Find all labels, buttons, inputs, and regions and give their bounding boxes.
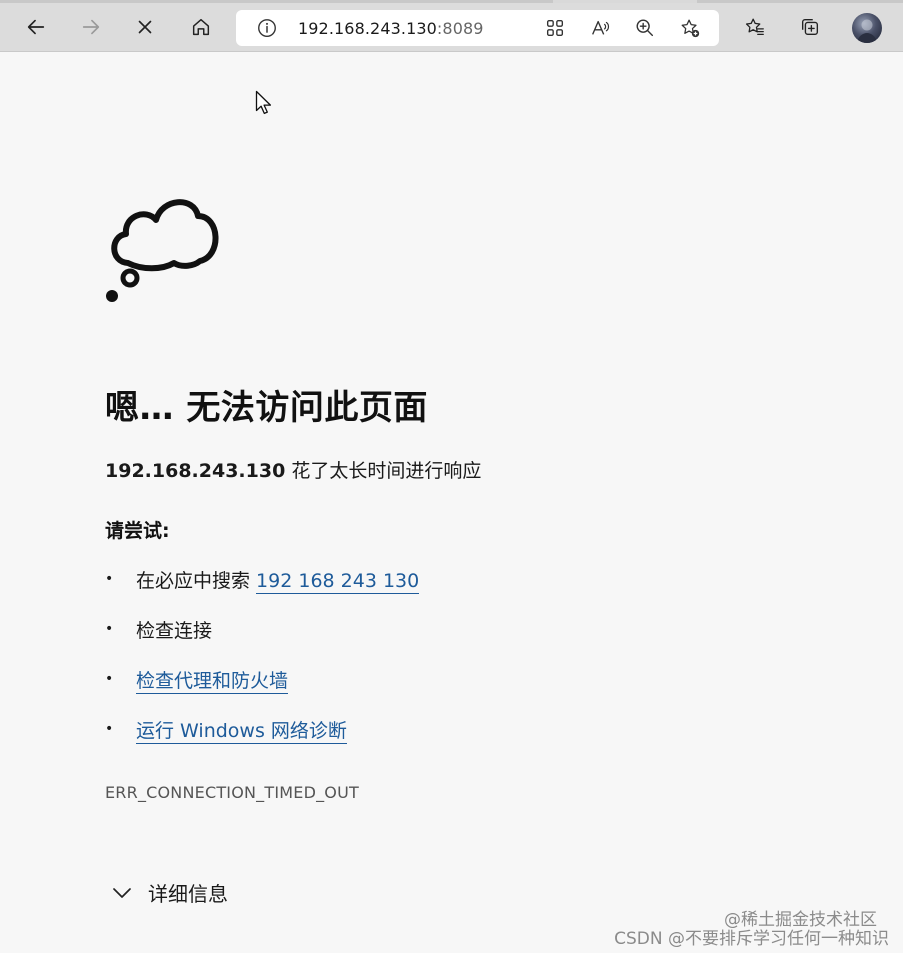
page-title: 嗯… 无法访问此页面 [105, 388, 428, 428]
browser-toolbar: 192.168.243.130:8089 [0, 3, 903, 52]
details-toggle[interactable]: 详细信息 [110, 878, 228, 907]
read-aloud-icon[interactable] [589, 17, 611, 39]
favorites-icon [745, 18, 764, 35]
details-label: 详细信息 [148, 882, 228, 906]
collections-button[interactable] [793, 10, 827, 44]
stop-loading-button[interactable] [128, 10, 162, 44]
profile-avatar[interactable] [852, 13, 882, 43]
suggestion-prefix: 在必应中搜索 [136, 570, 257, 592]
search-bing-link[interactable]: 192 168 243 130 [256, 570, 420, 594]
add-favorite-icon[interactable] [679, 17, 701, 39]
error-description: 192.168.243.130 花了太长时间进行响应 [105, 456, 481, 483]
error-description-text: 花了太长时间进行响应 [285, 460, 482, 482]
home-button[interactable] [184, 10, 218, 44]
info-icon[interactable] [256, 17, 278, 39]
zoom-in-icon[interactable] [634, 17, 656, 39]
error-host: 192.168.243.130 [105, 460, 286, 482]
suggestion-text: 检查连接 [136, 620, 213, 642]
bullet-icon: • [105, 671, 114, 687]
url-text[interactable]: 192.168.243.130:8089 [298, 19, 484, 38]
arrow-left-icon [27, 19, 45, 35]
chevron-down-icon [113, 887, 131, 898]
back-button[interactable] [19, 10, 53, 44]
bullet-icon: • [105, 721, 114, 737]
bullet-icon: • [105, 621, 114, 637]
address-bar[interactable]: 192.168.243.130:8089 [236, 10, 719, 46]
try-heading: 请尝试: [105, 520, 170, 542]
avatar-icon [857, 19, 877, 43]
home-icon [192, 18, 210, 36]
arrow-right-icon [82, 19, 100, 35]
close-icon [138, 20, 152, 34]
check-proxy-firewall-link[interactable]: 检查代理和防火墙 [136, 670, 289, 694]
apps-icon[interactable] [544, 17, 566, 39]
mouse-cursor-icon [255, 90, 272, 115]
collections-icon [801, 18, 819, 36]
bullet-icon: • [105, 571, 114, 587]
favorites-button[interactable] [738, 10, 772, 44]
watermark-csdn: CSDN @不要排斥学习任何一种知识 [614, 929, 889, 949]
network-diagnostics-link[interactable]: 运行 Windows 网络诊断 [136, 720, 347, 744]
error-code: ERR_CONNECTION_TIMED_OUT [105, 783, 359, 802]
thought-cloud-icon [106, 199, 219, 302]
url-host: 192.168.243.130 [298, 19, 437, 38]
url-port: :8089 [436, 19, 484, 38]
forward-button[interactable] [74, 10, 108, 44]
